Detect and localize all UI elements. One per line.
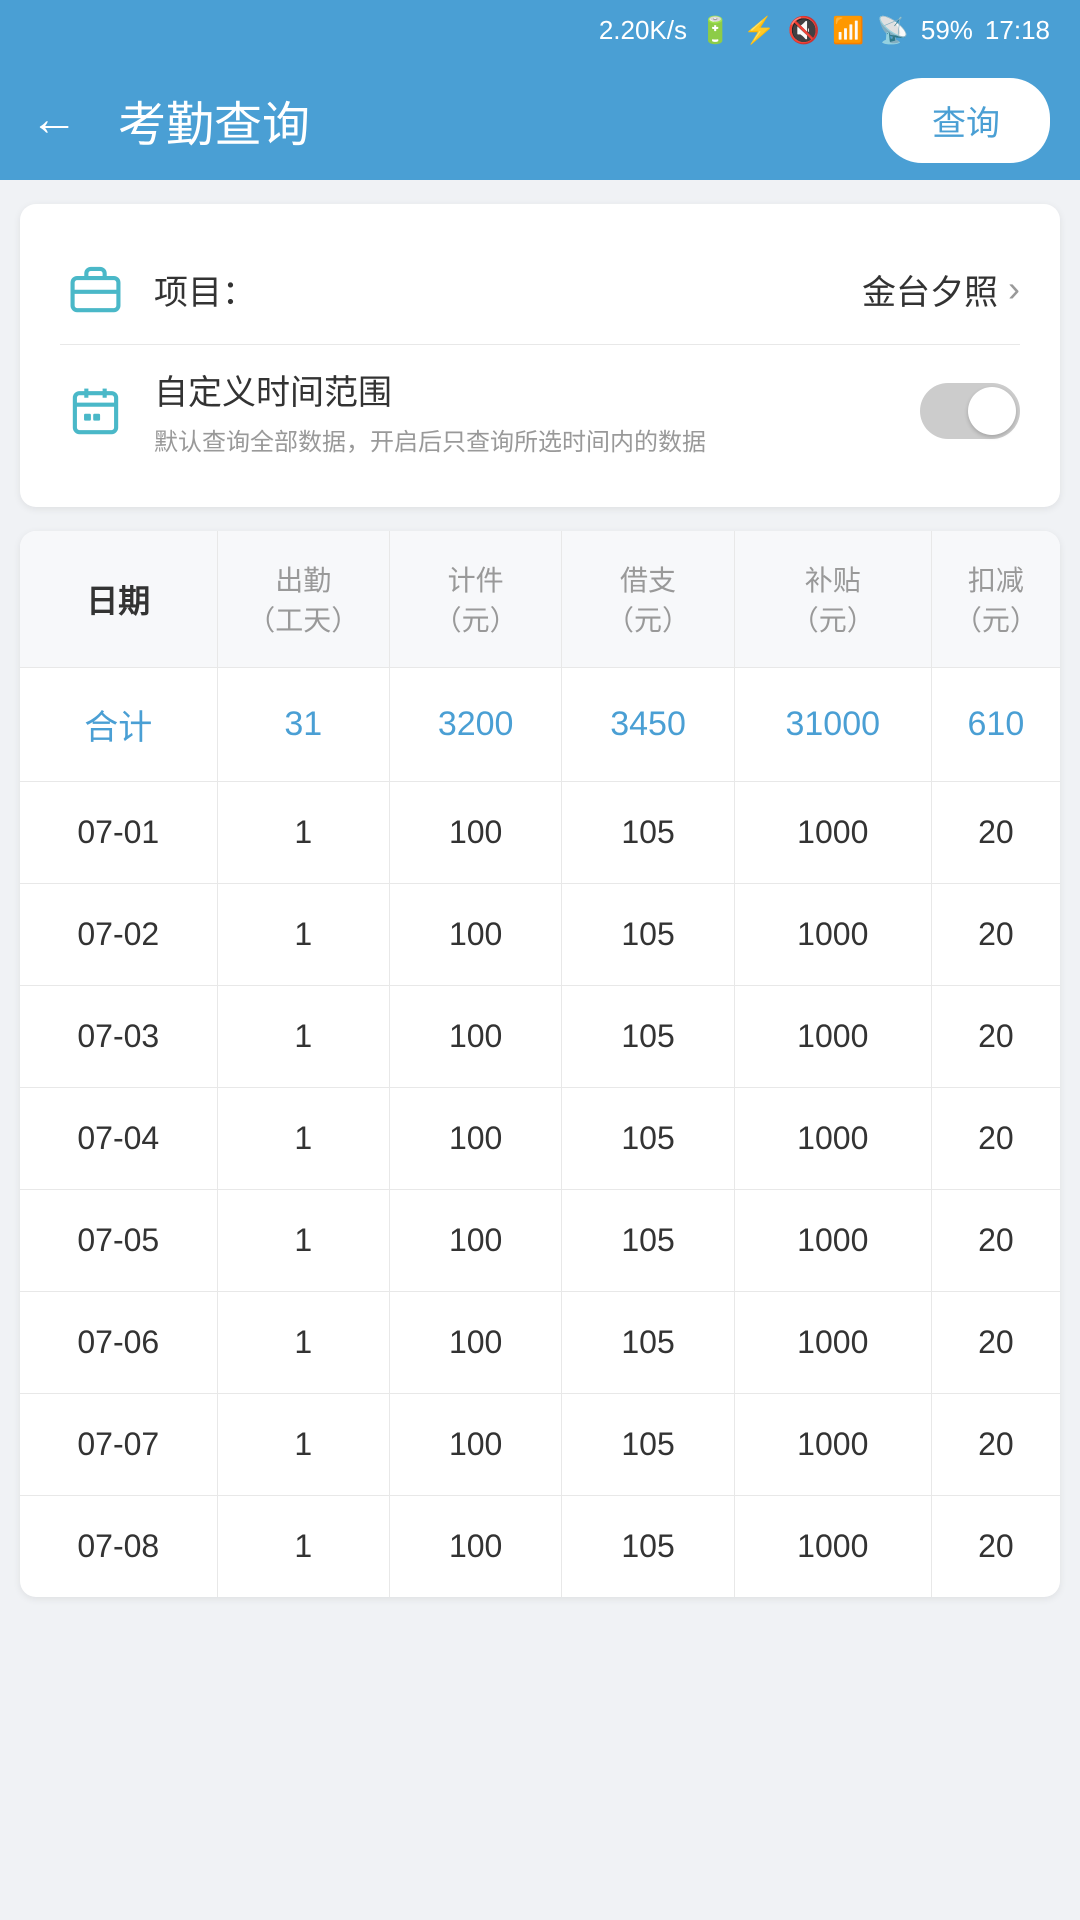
row-5-date: 07-05 xyxy=(20,1190,217,1292)
filter-card: 项目： 金台夕照 › 自定义时间范围 默认查询全部数据，开启后只查询所选时间内的… xyxy=(20,204,1060,507)
row-1-deduct: 20 xyxy=(931,782,1060,884)
custom-time-area: 自定义时间范围 默认查询全部数据，开启后只查询所选时间内的数据 xyxy=(154,365,920,457)
total-workdays: 31 xyxy=(217,668,389,782)
custom-time-filter-row: 自定义时间范围 默认查询全部数据，开启后只查询所选时间内的数据 xyxy=(60,344,1020,477)
row-6-advance: 105 xyxy=(562,1292,734,1394)
wifi-icon: 📶 xyxy=(832,15,864,46)
project-label: 项目： xyxy=(154,265,862,314)
col-header-deduct: 扣减（元） xyxy=(931,531,1060,668)
row-7-workdays: 1 xyxy=(217,1394,389,1496)
total-label: 合计 xyxy=(20,668,217,782)
row-5-workdays: 1 xyxy=(217,1190,389,1292)
row-2-date: 07-02 xyxy=(20,884,217,986)
row-8-piecework: 100 xyxy=(389,1496,561,1598)
row-5-subsidy: 1000 xyxy=(734,1190,931,1292)
table-row: 07-031100105100020 xyxy=(20,986,1060,1088)
row-2-workdays: 1 xyxy=(217,884,389,986)
row-4-workdays: 1 xyxy=(217,1088,389,1190)
row-7-date: 07-07 xyxy=(20,1394,217,1496)
row-5-piecework: 100 xyxy=(389,1190,561,1292)
row-1-subsidy: 1000 xyxy=(734,782,931,884)
project-value: 金台夕照 xyxy=(862,265,998,314)
row-3-subsidy: 1000 xyxy=(734,986,931,1088)
row-4-advance: 105 xyxy=(562,1088,734,1190)
table-row: 07-011100105100020 xyxy=(20,782,1060,884)
total-row: 合计 31 3200 3450 31000 610 xyxy=(20,668,1060,782)
bluetooth-icon: ⚡ xyxy=(743,15,775,46)
custom-time-toggle[interactable] xyxy=(920,383,1020,439)
row-7-subsidy: 1000 xyxy=(734,1394,931,1496)
row-4-deduct: 20 xyxy=(931,1088,1060,1190)
row-1-date: 07-01 xyxy=(20,782,217,884)
row-3-deduct: 20 xyxy=(931,986,1060,1088)
col-header-advance: 借支（元） xyxy=(562,531,734,668)
row-2-deduct: 20 xyxy=(931,884,1060,986)
row-8-advance: 105 xyxy=(562,1496,734,1598)
custom-time-label: 自定义时间范围 xyxy=(154,365,920,414)
row-7-advance: 105 xyxy=(562,1394,734,1496)
row-8-workdays: 1 xyxy=(217,1496,389,1598)
col-header-subsidy: 补贴（元） xyxy=(734,531,931,668)
total-advance: 3450 xyxy=(562,668,734,782)
row-3-workdays: 1 xyxy=(217,986,389,1088)
chevron-right-icon: › xyxy=(1008,268,1020,310)
row-1-advance: 105 xyxy=(562,782,734,884)
row-6-date: 07-06 xyxy=(20,1292,217,1394)
toolbar: ← 考勤查询 查询 xyxy=(0,60,1080,180)
custom-time-desc: 默认查询全部数据，开启后只查询所选时间内的数据 xyxy=(154,422,920,457)
row-5-deduct: 20 xyxy=(931,1190,1060,1292)
row-3-date: 07-03 xyxy=(20,986,217,1088)
table-row: 07-071100105100020 xyxy=(20,1394,1060,1496)
col-header-date: 日期 xyxy=(20,531,217,668)
briefcase-icon xyxy=(60,254,130,324)
row-6-deduct: 20 xyxy=(931,1292,1060,1394)
row-8-date: 07-08 xyxy=(20,1496,217,1598)
row-3-advance: 105 xyxy=(562,986,734,1088)
row-2-advance: 105 xyxy=(562,884,734,986)
status-time: 17:18 xyxy=(985,15,1050,46)
row-6-subsidy: 1000 xyxy=(734,1292,931,1394)
row-7-deduct: 20 xyxy=(931,1394,1060,1496)
status-battery: 59% xyxy=(921,15,973,46)
row-5-advance: 105 xyxy=(562,1190,734,1292)
table-header-row: 日期 出勤（工天） 计件（元） 借支（元） 补贴（元） 扣减（元） xyxy=(20,531,1060,668)
total-deduct: 610 xyxy=(931,668,1060,782)
col-header-workdays: 出勤（工天） xyxy=(217,531,389,668)
row-8-deduct: 20 xyxy=(931,1496,1060,1598)
row-3-piecework: 100 xyxy=(389,986,561,1088)
table-row: 07-021100105100020 xyxy=(20,884,1060,986)
row-7-piecework: 100 xyxy=(389,1394,561,1496)
row-4-piecework: 100 xyxy=(389,1088,561,1190)
total-subsidy: 31000 xyxy=(734,668,931,782)
table-row: 07-081100105100020 xyxy=(20,1496,1060,1598)
table-row: 07-061100105100020 xyxy=(20,1292,1060,1394)
col-header-piecework: 计件（元） xyxy=(389,531,561,668)
status-bar: 2.20K/s 🔋 ⚡ 🔇 📶 📡 59% 17:18 xyxy=(0,0,1080,60)
battery-icon: 🔋 xyxy=(699,15,731,46)
mute-icon: 🔇 xyxy=(788,15,820,46)
page-title: 考勤查询 xyxy=(98,85,882,155)
calendar-icon xyxy=(60,376,130,446)
table-row: 07-041100105100020 xyxy=(20,1088,1060,1190)
signal-icon: 📡 xyxy=(877,15,909,46)
total-piecework: 3200 xyxy=(389,668,561,782)
row-4-subsidy: 1000 xyxy=(734,1088,931,1190)
project-filter-row[interactable]: 项目： 金台夕照 › xyxy=(60,234,1020,344)
attendance-table-container: 日期 出勤（工天） 计件（元） 借支（元） 补贴（元） 扣减（元） 合计 31 … xyxy=(20,531,1060,1597)
row-1-workdays: 1 xyxy=(217,782,389,884)
attendance-table: 日期 出勤（工天） 计件（元） 借支（元） 补贴（元） 扣减（元） 合计 31 … xyxy=(20,531,1060,1597)
row-6-workdays: 1 xyxy=(217,1292,389,1394)
back-button[interactable]: ← xyxy=(30,96,78,144)
row-4-date: 07-04 xyxy=(20,1088,217,1190)
row-2-piecework: 100 xyxy=(389,884,561,986)
query-button[interactable]: 查询 xyxy=(882,78,1050,163)
row-2-subsidy: 1000 xyxy=(734,884,931,986)
row-8-subsidy: 1000 xyxy=(734,1496,931,1598)
row-1-piecework: 100 xyxy=(389,782,561,884)
table-row: 07-051100105100020 xyxy=(20,1190,1060,1292)
row-6-piecework: 100 xyxy=(389,1292,561,1394)
status-speed: 2.20K/s xyxy=(599,15,687,46)
